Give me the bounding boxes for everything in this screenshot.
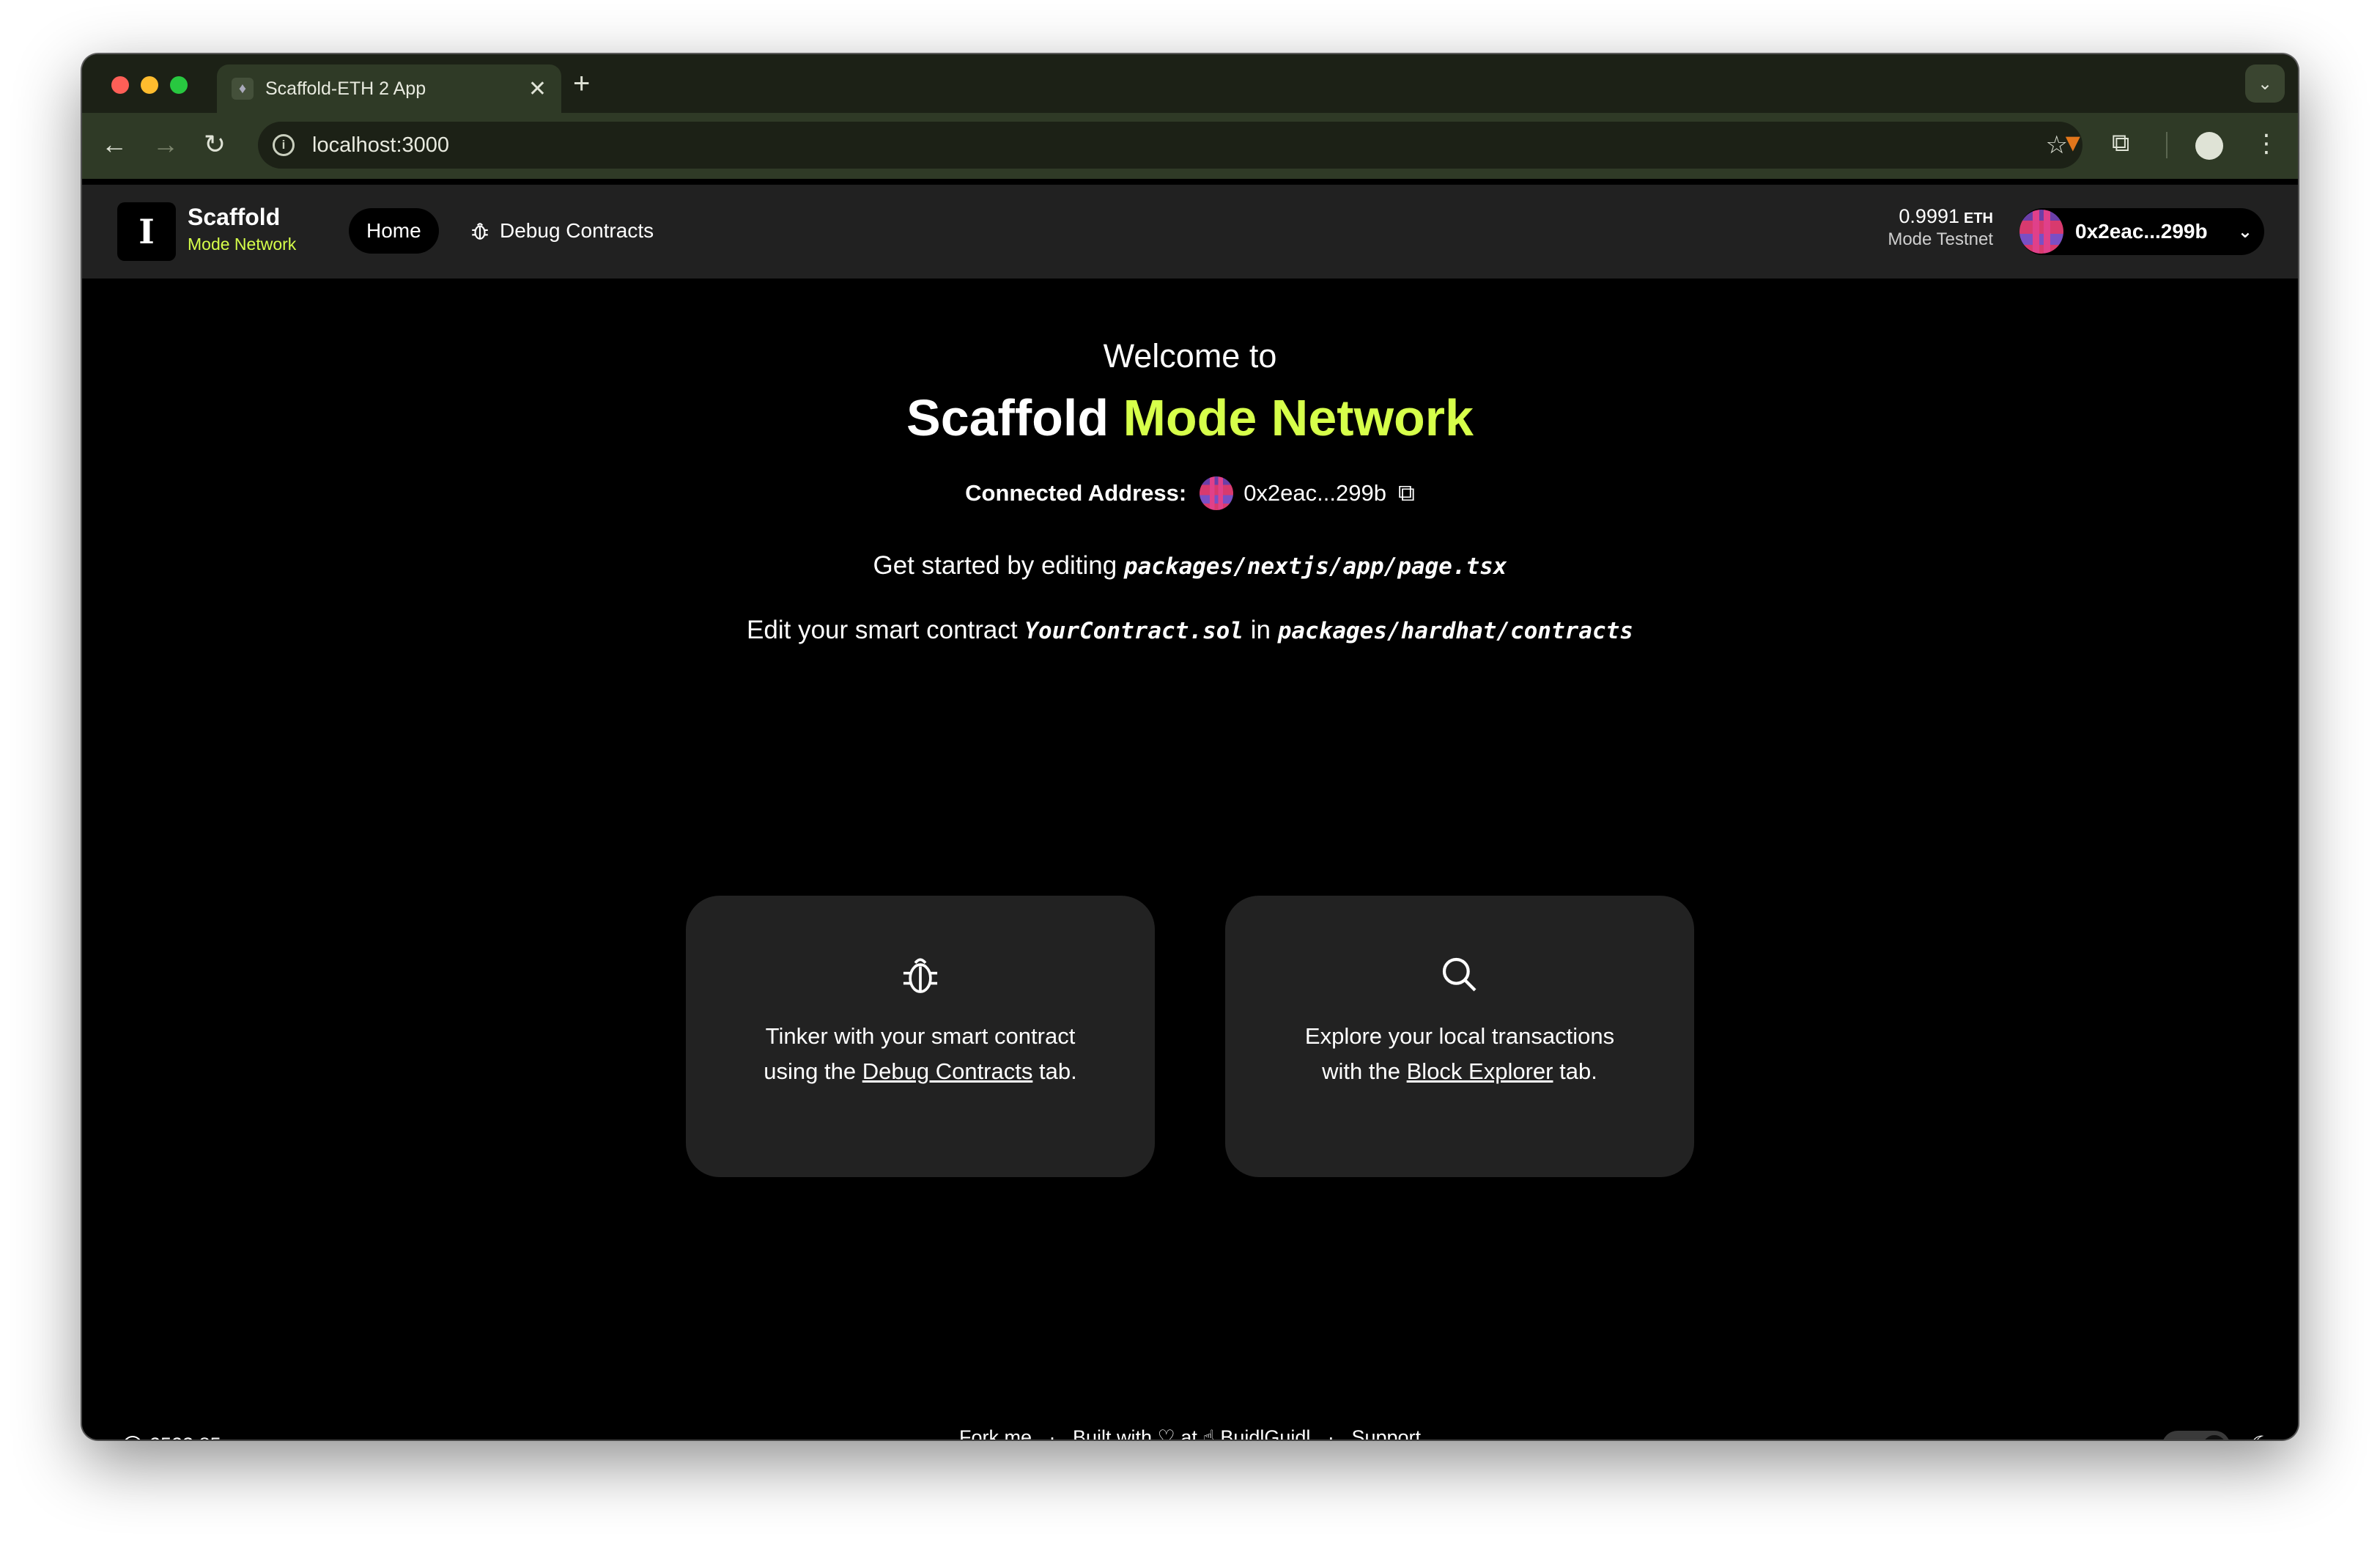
new-tab-button[interactable]: + xyxy=(573,67,590,100)
metamask-fox-icon[interactable]: ▼ xyxy=(2061,129,2085,158)
welcome-text: Welcome to xyxy=(1103,337,1277,375)
brand-title[interactable]: Scaffold xyxy=(188,204,280,231)
block-explorer-link[interactable]: Block Explorer xyxy=(1407,1058,1553,1084)
profile-avatar-icon[interactable] xyxy=(2195,132,2223,160)
tab-search-button[interactable]: ⌄ xyxy=(2245,64,2285,103)
minimize-window-button[interactable] xyxy=(141,76,158,94)
search-icon xyxy=(1442,957,1477,992)
close-window-button[interactable] xyxy=(111,76,129,94)
edit-contract-prefix: Edit your smart contract xyxy=(747,616,1018,644)
browser-tab[interactable]: ♦ Scaffold-ETH 2 App ✕ xyxy=(217,64,561,113)
balance-unit: ETH xyxy=(1964,210,1993,226)
edit-contract-in: in xyxy=(1250,616,1271,644)
forward-arrow-icon[interactable]: → xyxy=(152,129,179,160)
theme-toggle[interactable] xyxy=(2162,1431,2231,1440)
app-header: I Scaffold Mode Network Home Debug Contr… xyxy=(82,185,2298,279)
hero-part1: Scaffold xyxy=(906,389,1109,446)
back-arrow-icon[interactable]: ← xyxy=(101,129,128,160)
main-content: Welcome to Scaffold Mode Network Connect… xyxy=(82,279,2298,1440)
browser-window: ♦ Scaffold-ETH 2 App ✕ + ⌄ ← → ↻ i local… xyxy=(82,54,2298,1440)
browser-toolbar: ← → ↻ i localhost:3000 ☆ ▼ ⧉ ⋮ xyxy=(82,113,2298,179)
scaffold-favicon-icon: ♦ xyxy=(232,78,254,100)
footer-dot: · xyxy=(1049,1426,1056,1440)
extensions-puzzle-icon[interactable]: ⧉ xyxy=(2112,129,2129,158)
edit-contract-text: Edit your smart contract YourContract.so… xyxy=(82,616,2298,645)
connected-address-label: Connected Address: xyxy=(965,480,1187,506)
nav-debug-contracts-link[interactable]: Debug Contracts xyxy=(470,208,654,254)
bug-icon xyxy=(472,223,488,240)
footer-links: Fork me · Built with ♡ at ☝ BuidlGuidl ·… xyxy=(82,1426,2298,1440)
block-explorer-card: Explore your local transactions with the… xyxy=(1225,896,1694,1177)
close-tab-icon[interactable]: ✕ xyxy=(528,76,547,102)
browser-menu-icon[interactable]: ⋮ xyxy=(2254,129,2279,158)
maximize-window-button[interactable] xyxy=(170,76,188,94)
connected-address-value[interactable]: 0x2eac...299b xyxy=(1243,480,1386,506)
toolbar-divider xyxy=(2166,132,2168,158)
scaffold-logo-icon[interactable]: I xyxy=(117,202,176,261)
wallet-balance: 0.9991 ETH Mode Testnet xyxy=(1888,205,1993,250)
at-text: at xyxy=(1180,1426,1197,1440)
get-started-prefix: Get started by editing xyxy=(873,551,1117,580)
url-text[interactable]: localhost:3000 xyxy=(312,133,2046,158)
support-link[interactable]: Support xyxy=(1351,1426,1421,1440)
built-with-text: Built with xyxy=(1073,1426,1153,1440)
bug-icon xyxy=(903,958,938,993)
card-text-line1: Explore your local transactions xyxy=(1304,1023,1615,1049)
address-bar[interactable]: i localhost:3000 ☆ xyxy=(258,122,2082,169)
tab-strip: ♦ Scaffold-ETH 2 App ✕ + ⌄ xyxy=(82,54,2298,113)
footer-dot: · xyxy=(1327,1426,1334,1440)
page-file-path: packages/nextjs/app/page.tsx xyxy=(1123,553,1507,580)
copy-icon[interactable]: ⧉ xyxy=(1398,479,1415,507)
debug-contracts-link[interactable]: Debug Contracts xyxy=(862,1058,1033,1084)
buidlguidl-logo-icon: ☝ xyxy=(1202,1426,1215,1440)
card-text-line2: using the Debug Contracts tab. xyxy=(764,1058,1077,1084)
heart-icon: ♡ xyxy=(1157,1426,1175,1440)
nav-home-label: Home xyxy=(366,219,421,242)
fork-me-link[interactable]: Fork me xyxy=(959,1426,1032,1440)
connected-avatar xyxy=(1200,476,1234,510)
moon-icon: ☾ xyxy=(2250,1431,2273,1440)
get-started-text: Get started by editing packages/nextjs/a… xyxy=(82,551,2298,580)
contracts-path: packages/hardhat/contracts xyxy=(1277,618,1633,644)
contract-file-name: YourContract.sol xyxy=(1024,618,1243,644)
brand-subtitle[interactable]: Mode Network xyxy=(188,235,296,254)
account-dropdown-button[interactable]: 0x2eac...299b ⌄ xyxy=(2019,208,2264,255)
chevron-down-icon: ⌄ xyxy=(2237,221,2252,242)
site-info-icon[interactable]: i xyxy=(273,134,295,156)
nav-home-link[interactable]: Home xyxy=(349,208,439,254)
buidlguidl-link[interactable]: BuidlGuidl xyxy=(1220,1426,1310,1440)
account-address: 0x2eac...299b xyxy=(2075,220,2208,243)
balance-amount: 0.9991 ETH xyxy=(1899,205,1993,227)
account-avatar xyxy=(2019,210,2063,254)
nav-debug-label: Debug Contracts xyxy=(500,219,654,242)
connected-address-row: Connected Address: 0x2eac...299b ⧉ xyxy=(82,476,2298,510)
network-name: Mode Testnet xyxy=(1888,229,1993,249)
page-title: Scaffold Mode Network xyxy=(82,388,2298,447)
hero-part2: Mode Network xyxy=(1123,389,1474,446)
card-text-line1: Tinker with your smart contract xyxy=(765,1023,1076,1049)
reload-icon[interactable]: ↻ xyxy=(204,129,226,160)
card-text-line2: with the Block Explorer tab. xyxy=(1322,1058,1597,1084)
toggle-knob xyxy=(2203,1435,2226,1440)
debug-contracts-card: Tinker with your smart contract using th… xyxy=(686,896,1155,1177)
tab-title: Scaffold-ETH 2 App xyxy=(265,78,426,99)
